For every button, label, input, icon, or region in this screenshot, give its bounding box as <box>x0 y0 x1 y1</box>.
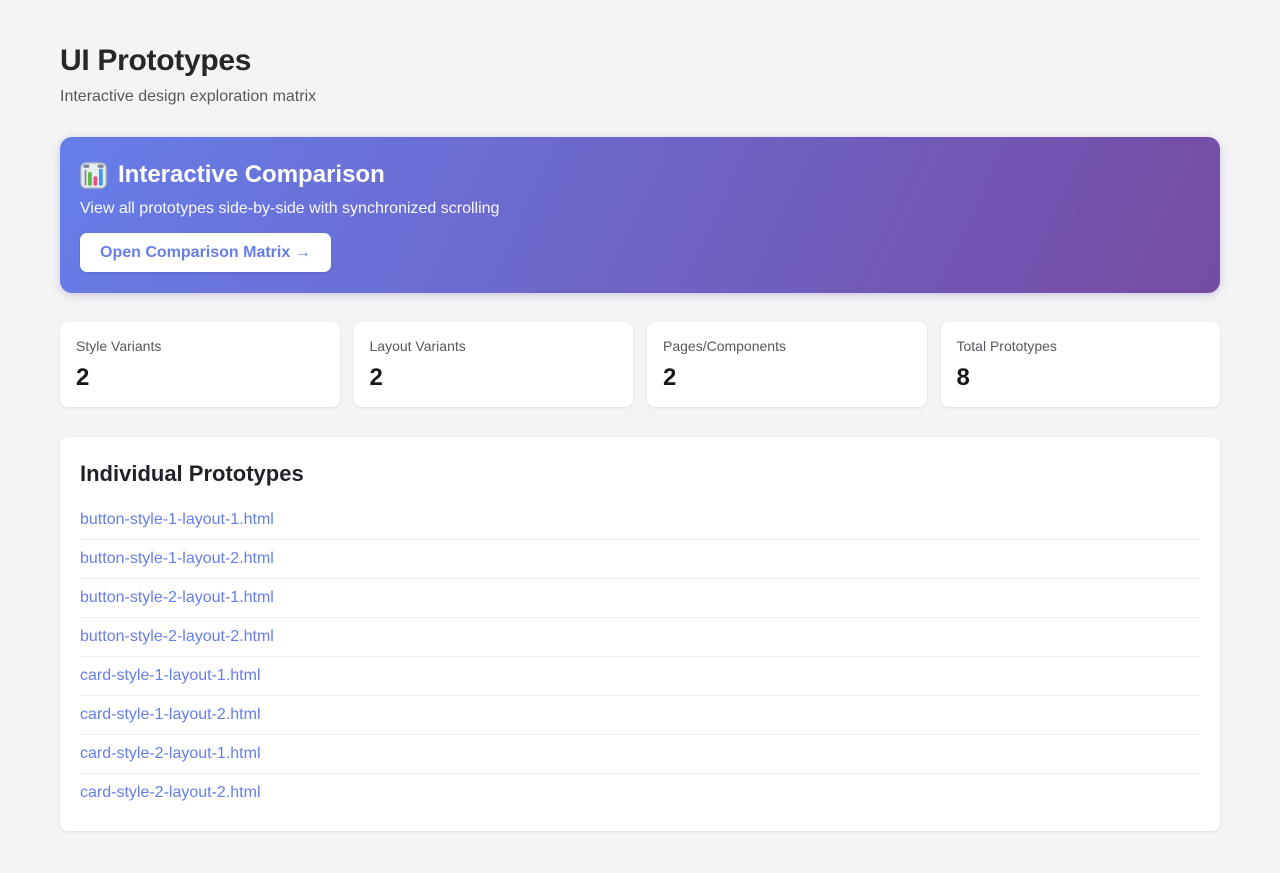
prototype-link[interactable]: card-style-1-layout-2.html <box>80 706 261 723</box>
open-comparison-button[interactable]: Open Comparison Matrix → <box>80 233 331 272</box>
prototype-link[interactable]: card-style-2-layout-2.html <box>80 784 261 801</box>
page-subtitle: Interactive design exploration matrix <box>60 88 317 105</box>
prototype-link[interactable]: button-style-2-layout-1.html <box>80 589 274 606</box>
prototype-link[interactable]: card-style-2-layout-1.html <box>80 745 261 762</box>
list-item: card-style-2-layout-1.html <box>80 735 1200 774</box>
stat-label: Style Variants <box>76 338 162 354</box>
page-container: UI Prototypes Interactive design explora… <box>60 0 1220 831</box>
stat-value: 8 <box>956 364 970 391</box>
list-item: card-style-1-layout-2.html <box>80 696 1200 735</box>
list-item: card-style-1-layout-1.html <box>80 657 1200 696</box>
prototype-link[interactable]: button-style-1-layout-2.html <box>80 550 274 567</box>
list-item: button-style-2-layout-2.html <box>80 618 1200 657</box>
stat-label: Total Prototypes <box>956 338 1057 354</box>
stat-value: 2 <box>76 364 90 391</box>
page-title: UI Prototypes <box>60 44 252 77</box>
stat-card-style-variants: Style Variants 2 <box>60 322 340 407</box>
stats-row: Style Variants 2 Layout Variants 2 Pages… <box>60 322 1220 407</box>
comparison-banner: Interactive Comparison View all prototyp… <box>60 137 1220 293</box>
stat-card-total-prototypes: Total Prototypes 8 <box>940 322 1220 407</box>
individual-prototypes-heading: Individual Prototypes <box>80 461 304 486</box>
prototype-list: button-style-1-layout-1.html button-styl… <box>80 501 1200 812</box>
stat-label: Pages/Components <box>663 338 786 354</box>
stat-card-pages-components: Pages/Components 2 <box>647 322 927 407</box>
individual-prototypes-card: Individual Prototypes button-style-1-lay… <box>60 437 1220 831</box>
stat-card-layout-variants: Layout Variants 2 <box>353 322 633 407</box>
banner-title: Interactive Comparison <box>80 159 1200 191</box>
stat-value: 2 <box>663 364 677 391</box>
list-item: card-style-2-layout-2.html <box>80 774 1200 812</box>
list-item: button-style-2-layout-1.html <box>80 579 1200 618</box>
prototype-link[interactable]: button-style-2-layout-2.html <box>80 628 274 645</box>
prototype-link[interactable]: button-style-1-layout-1.html <box>80 511 274 528</box>
banner-description: View all prototypes side-by-side with sy… <box>80 200 500 217</box>
stat-value: 2 <box>369 364 383 391</box>
bar-chart-icon <box>80 161 107 189</box>
list-item: button-style-1-layout-2.html <box>80 540 1200 579</box>
list-item: button-style-1-layout-1.html <box>80 501 1200 540</box>
stat-label: Layout Variants <box>369 338 466 354</box>
banner-title-text: Interactive Comparison <box>118 161 385 188</box>
prototype-link[interactable]: card-style-1-layout-1.html <box>80 667 261 684</box>
